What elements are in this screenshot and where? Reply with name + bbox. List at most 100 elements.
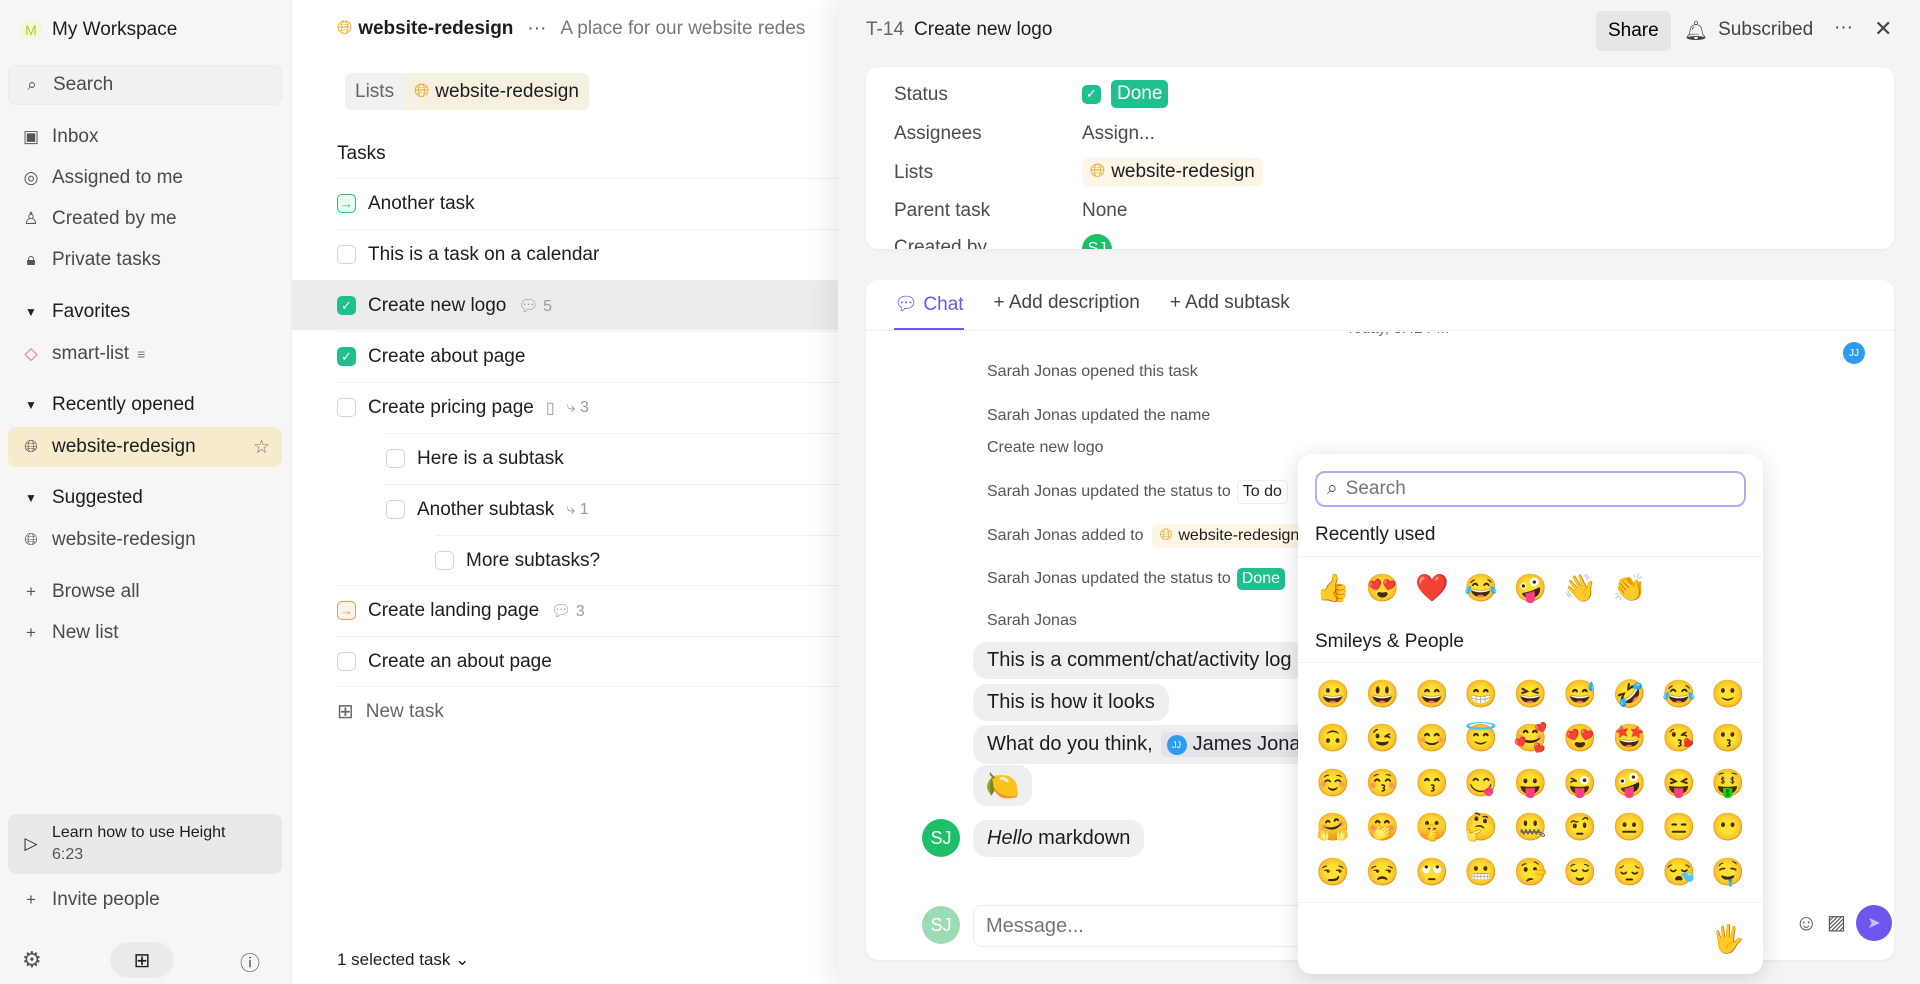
emoji-button[interactable]: 😃 <box>1362 674 1402 714</box>
task-row[interactable]: Another subtask ⤷ 1 <box>386 484 840 534</box>
invite-people-button[interactable]: + Invite people <box>8 880 282 920</box>
emoji-button[interactable]: 😉 <box>1362 718 1402 758</box>
emoji-button[interactable]: 🤩 <box>1609 718 1649 758</box>
emoji-button[interactable]: 😇 <box>1461 718 1501 758</box>
emoji-button[interactable]: 😄 <box>1412 674 1452 714</box>
browse-all-button[interactable]: + Browse all <box>8 572 282 612</box>
new-task-icon[interactable]: ⊞ <box>110 942 174 978</box>
emoji-button[interactable]: 🤤 <box>1708 852 1748 892</box>
emoji-button[interactable]: 😆 <box>1511 674 1551 714</box>
assignees-field[interactable]: Assign... <box>1082 123 1155 145</box>
help-icon[interactable]: ⓘ <box>240 947 260 976</box>
subscribe-toggle[interactable]: 🔔︎ Subscribed <box>1684 19 1813 43</box>
emoji-button[interactable]: 😁 <box>1461 674 1501 714</box>
sidebar-item-assigned[interactable]: ◎ Assigned to me <box>8 158 282 198</box>
emoji-button[interactable]: 😜 <box>1560 763 1600 803</box>
emoji-button[interactable]: 🙂 <box>1708 674 1748 714</box>
checkbox[interactable] <box>337 245 356 264</box>
task-title[interactable]: Create new logo <box>914 19 1052 41</box>
emoji-button[interactable]: ❤️ <box>1412 568 1452 608</box>
more-icon[interactable]: ··· <box>527 18 546 40</box>
task-row[interactable]: ✓ Create about page <box>337 331 840 381</box>
task-row[interactable]: Here is a subtask <box>386 433 840 483</box>
in-progress-status-icon[interactable]: → <box>337 601 356 620</box>
add-emoji-icon[interactable]: ☺ <box>1795 910 1817 936</box>
emoji-search[interactable]: ⌕ <box>1315 471 1746 507</box>
mention-chip[interactable]: JJ James Jonas <box>1160 732 1317 757</box>
emoji-button[interactable]: 👍 <box>1313 568 1353 608</box>
sidebar-item-created[interactable]: ♙ Created by me <box>8 199 282 239</box>
skin-tone-selector[interactable]: 🖐️ <box>1708 919 1748 959</box>
workspace-switcher[interactable]: M My Workspace <box>8 10 282 50</box>
suggested-header[interactable]: ▼ Suggested <box>8 478 282 518</box>
emoji-button[interactable]: 😔 <box>1609 852 1649 892</box>
emoji-button[interactable]: 🤫 <box>1412 807 1452 847</box>
checkbox-checked[interactable]: ✓ <box>337 296 356 315</box>
emoji-button[interactable]: 🤔 <box>1461 807 1501 847</box>
emoji-button[interactable]: 😀 <box>1313 674 1353 714</box>
emoji-button[interactable]: 🤭 <box>1362 807 1402 847</box>
emoji-button[interactable]: 😚 <box>1362 763 1402 803</box>
emoji-button[interactable]: 😑 <box>1659 807 1699 847</box>
checkbox[interactable] <box>435 551 454 570</box>
more-icon[interactable]: ··· <box>1834 17 1853 39</box>
emoji-button[interactable]: 🤐 <box>1511 807 1551 847</box>
list-chip[interactable]: 🌐︎ website-redesign <box>1082 158 1263 186</box>
sidebar-item-suggested-website-redesign[interactable]: 🌐︎ website-redesign <box>8 520 282 560</box>
task-row[interactable]: More subtasks? <box>435 535 840 585</box>
emoji-button[interactable]: 👋 <box>1560 568 1600 608</box>
checkbox[interactable] <box>337 652 356 671</box>
breadcrumb-list[interactable]: 🌐︎ website-redesign <box>404 73 589 110</box>
emoji-button[interactable]: 😬 <box>1461 852 1501 892</box>
task-row[interactable]: Create pricing page ▯ ⤷ 3 <box>337 382 840 432</box>
list-chip[interactable]: 🌐︎ website-redesign <box>1151 524 1308 548</box>
sticker-icon[interactable]: ▨ <box>1827 910 1846 935</box>
emoji-button[interactable]: 😶 <box>1708 807 1748 847</box>
emoji-button[interactable]: 🤑 <box>1708 763 1748 803</box>
close-icon[interactable]: ✕ <box>1874 16 1892 42</box>
sidebar-item-private[interactable]: 🔒︎ Private tasks <box>8 240 282 280</box>
sidebar-item-inbox[interactable]: ▣ Inbox <box>8 117 282 157</box>
task-row[interactable]: → Another task <box>337 178 840 228</box>
learn-video-card[interactable]: ▷ Learn how to use Height 6:23 <box>8 814 282 874</box>
emoji-button[interactable]: 😙 <box>1412 763 1452 803</box>
emoji-button[interactable]: 😍 <box>1560 718 1600 758</box>
emoji-button[interactable]: ☺️ <box>1313 763 1353 803</box>
emoji-button[interactable]: 😗 <box>1708 718 1748 758</box>
emoji-button[interactable]: 😒 <box>1362 852 1402 892</box>
emoji-button[interactable]: 😍 <box>1362 568 1402 608</box>
emoji-button[interactable]: 😘 <box>1659 718 1699 758</box>
checkbox[interactable] <box>337 398 356 417</box>
selection-dropdown[interactable]: 1 selected task ⌄ <box>337 950 469 970</box>
emoji-button[interactable]: 😋 <box>1461 763 1501 803</box>
emoji-button[interactable]: 👏 <box>1609 568 1649 608</box>
emoji-button[interactable]: 😅 <box>1560 674 1600 714</box>
emoji-button[interactable]: 🤪 <box>1609 763 1649 803</box>
favorites-header[interactable]: ▼ Favorites <box>8 292 282 332</box>
in-progress-status-icon[interactable]: → <box>337 194 356 213</box>
tab-add-subtask[interactable]: + Add subtask <box>1170 292 1290 331</box>
emoji-button[interactable]: 🤗 <box>1313 807 1353 847</box>
emoji-search-input[interactable] <box>1345 478 1726 500</box>
emoji-button[interactable]: 😌 <box>1560 852 1600 892</box>
checkbox[interactable] <box>386 500 405 519</box>
send-icon[interactable]: ➤ <box>1856 905 1892 941</box>
emoji-button[interactable]: 🤪 <box>1511 568 1551 608</box>
tab-chat[interactable]: 💬︎ Chat <box>894 292 964 331</box>
parent-task-field[interactable]: None <box>1082 200 1127 222</box>
emoji-button[interactable]: 😛 <box>1511 763 1551 803</box>
emoji-button[interactable]: 🙃 <box>1313 718 1353 758</box>
emoji-button[interactable]: 😂 <box>1659 674 1699 714</box>
emoji-button[interactable]: 😪 <box>1659 852 1699 892</box>
task-row[interactable]: Create an about page <box>337 636 840 686</box>
settings-gear-icon[interactable]: ⚙ <box>22 947 42 973</box>
tab-add-description[interactable]: + Add description <box>994 292 1140 331</box>
search-button[interactable]: ⌕ Search <box>8 65 282 105</box>
sidebar-item-smart-list[interactable]: ◇ smart-list ≡ <box>8 334 282 374</box>
sidebar-item-website-redesign[interactable]: 🌐︎ website-redesign ☆ <box>8 427 282 467</box>
task-row[interactable]: This is a task on a calendar <box>337 229 840 279</box>
status-field[interactable]: ✓ Done <box>1082 80 1169 108</box>
recently-opened-header[interactable]: ▼ Recently opened <box>8 385 282 425</box>
new-list-button[interactable]: + New list <box>8 613 282 653</box>
emoji-button[interactable]: 🙄 <box>1412 852 1452 892</box>
